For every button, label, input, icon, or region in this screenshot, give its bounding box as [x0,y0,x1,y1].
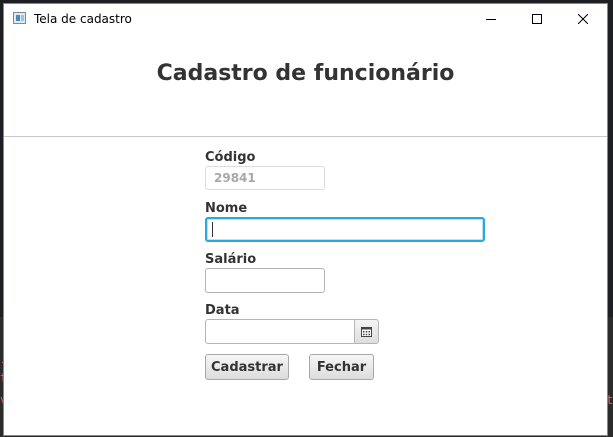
codigo-value: 29841 [214,171,256,185]
cadastrar-button[interactable]: Cadastrar [205,354,289,380]
maximize-icon [532,14,542,24]
nome-label: Nome [205,201,248,216]
maximize-button[interactable] [514,4,560,34]
minimize-icon [486,19,496,20]
close-button[interactable] [560,4,606,34]
data-label: Data [205,303,240,318]
codigo-label: Código [205,150,256,165]
title-bar[interactable]: Tela de cadastro [4,4,607,34]
codigo-field: 29841 [205,166,325,190]
salario-field[interactable] [205,268,325,293]
calendar-icon [361,326,372,337]
date-field[interactable] [205,319,355,344]
app-icon [13,12,26,24]
window-title: Tela de cadastro [34,12,132,26]
header-area: Cadastro de funcionário [4,34,607,136]
nome-field[interactable] [205,217,485,242]
page-title: Cadastro de funcionário [156,61,455,86]
text-caret [212,222,213,237]
minimize-button[interactable] [468,4,514,34]
date-picker-button[interactable] [354,319,379,344]
fechar-button[interactable]: Fechar [309,354,374,380]
header-divider [4,136,607,137]
background-glyph: t [606,393,613,407]
registration-window: Tela de cadastro Cadastro de funcionário… [4,4,607,435]
close-icon [578,14,588,24]
salario-label: Salário [205,252,257,267]
